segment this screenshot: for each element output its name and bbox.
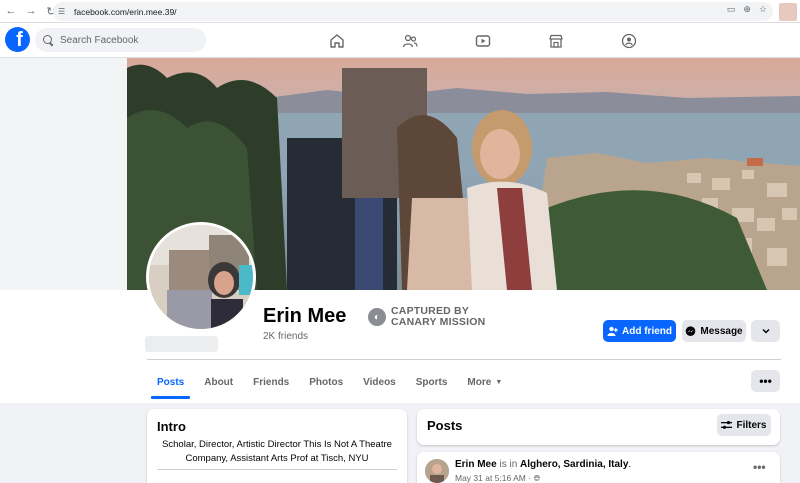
filters-label: Filters <box>736 419 767 431</box>
add-friend-button[interactable]: Add friend <box>603 320 676 342</box>
back-icon[interactable]: ← <box>2 2 20 20</box>
post-author-avatar[interactable] <box>425 459 449 483</box>
url-text: facebook.com/erin.mee.39/ <box>74 6 177 17</box>
more-options-button[interactable] <box>751 320 780 342</box>
forward-icon[interactable]: → <box>22 2 40 20</box>
blurred-subtitle <box>145 336 218 352</box>
filter-sliders-icon <box>721 421 733 429</box>
post-author-name[interactable]: Erin Mee <box>455 459 497 470</box>
groups-icon[interactable] <box>592 23 665 58</box>
post-timestamp[interactable]: May 31 at 5:16 AM · 🌐︎ <box>455 473 540 483</box>
tab-photos[interactable]: Photos <box>299 367 353 397</box>
zoom-icon[interactable]: ⊕ <box>743 4 751 15</box>
post-options-icon[interactable]: ••• <box>753 460 766 474</box>
search-input[interactable] <box>60 34 200 46</box>
more-dots-icon: ••• <box>759 374 772 388</box>
tab-more-label: More <box>467 376 492 388</box>
tab-sports[interactable]: Sports <box>406 367 458 397</box>
profile-tabs: Posts About Friends Photos Videos Sports… <box>147 367 512 399</box>
post-time-text: May 31 at 5:16 AM · <box>455 473 534 483</box>
browser-toolbar: ← → ↻ ☰ facebook.com/erin.mee.39/ ▭ ⊕ ☆ <box>0 0 800 23</box>
messenger-icon <box>686 325 696 336</box>
search-icon <box>42 34 54 46</box>
friends-count[interactable]: 2K friends <box>263 331 308 342</box>
tab-videos[interactable]: Videos <box>353 367 406 397</box>
message-button[interactable]: Message <box>682 320 746 342</box>
bookmark-star-icon[interactable]: ☆ <box>759 4 767 15</box>
intro-divider <box>157 469 397 470</box>
tab-about[interactable]: About <box>194 367 243 397</box>
facebook-header: f <box>0 23 800 58</box>
video-icon[interactable] <box>446 23 519 58</box>
address-bar[interactable]: ☰ facebook.com/erin.mee.39/ ▭ ⊕ ☆ <box>53 2 773 21</box>
filters-button[interactable]: Filters <box>717 414 771 436</box>
intro-card: Intro Scholar, Director, Artistic Direct… <box>147 409 407 483</box>
profile-name: Erin Mee <box>263 305 347 327</box>
add-friend-label: Add friend <box>622 325 672 337</box>
globe-icon: 🌐︎ <box>533 473 541 483</box>
canary-logo-icon: ◐ <box>368 308 386 326</box>
watermark-line2: CANARY MISSION <box>391 316 486 328</box>
post-connector: is in <box>496 459 521 470</box>
intro-bio: Scholar, Director, Artistic Director Thi… <box>162 439 392 464</box>
home-icon[interactable] <box>300 23 373 58</box>
post-header-line: Erin Mee is in Alghero, Sardinia, Italy. <box>455 459 631 470</box>
marketplace-icon[interactable] <box>519 23 592 58</box>
profile-picture[interactable] <box>146 222 256 332</box>
posts-header-card: Posts Filters <box>417 409 780 445</box>
posts-title: Posts <box>427 418 463 433</box>
caret-down-icon: ▼ <box>495 378 503 386</box>
tab-friends[interactable]: Friends <box>243 367 299 397</box>
message-label: Message <box>700 325 743 337</box>
tab-more[interactable]: More ▼ <box>457 367 512 397</box>
friends-icon[interactable] <box>373 23 446 58</box>
post-location[interactable]: Alghero, Sardinia, Italy <box>520 459 628 470</box>
profile-menu-button[interactable]: ••• <box>751 370 780 392</box>
canary-watermark: ◐ CAPTURED BY CANARY MISSION <box>368 306 485 328</box>
add-friend-icon <box>607 326 618 336</box>
browser-profile-avatar[interactable] <box>779 3 797 21</box>
header-divider <box>147 359 781 360</box>
site-settings-icon[interactable]: ☰ <box>58 7 72 16</box>
left-gutter-white <box>0 290 127 403</box>
facebook-logo-icon[interactable]: f <box>5 27 30 52</box>
cast-icon[interactable]: ▭ <box>727 4 736 15</box>
intro-title: Intro <box>157 419 186 434</box>
post-period: . <box>628 459 632 470</box>
post-card: Erin Mee is in Alghero, Sardinia, Italy.… <box>417 452 780 483</box>
tab-posts[interactable]: Posts <box>147 367 194 399</box>
search-box[interactable] <box>35 28 206 52</box>
chevron-down-icon <box>761 328 770 334</box>
